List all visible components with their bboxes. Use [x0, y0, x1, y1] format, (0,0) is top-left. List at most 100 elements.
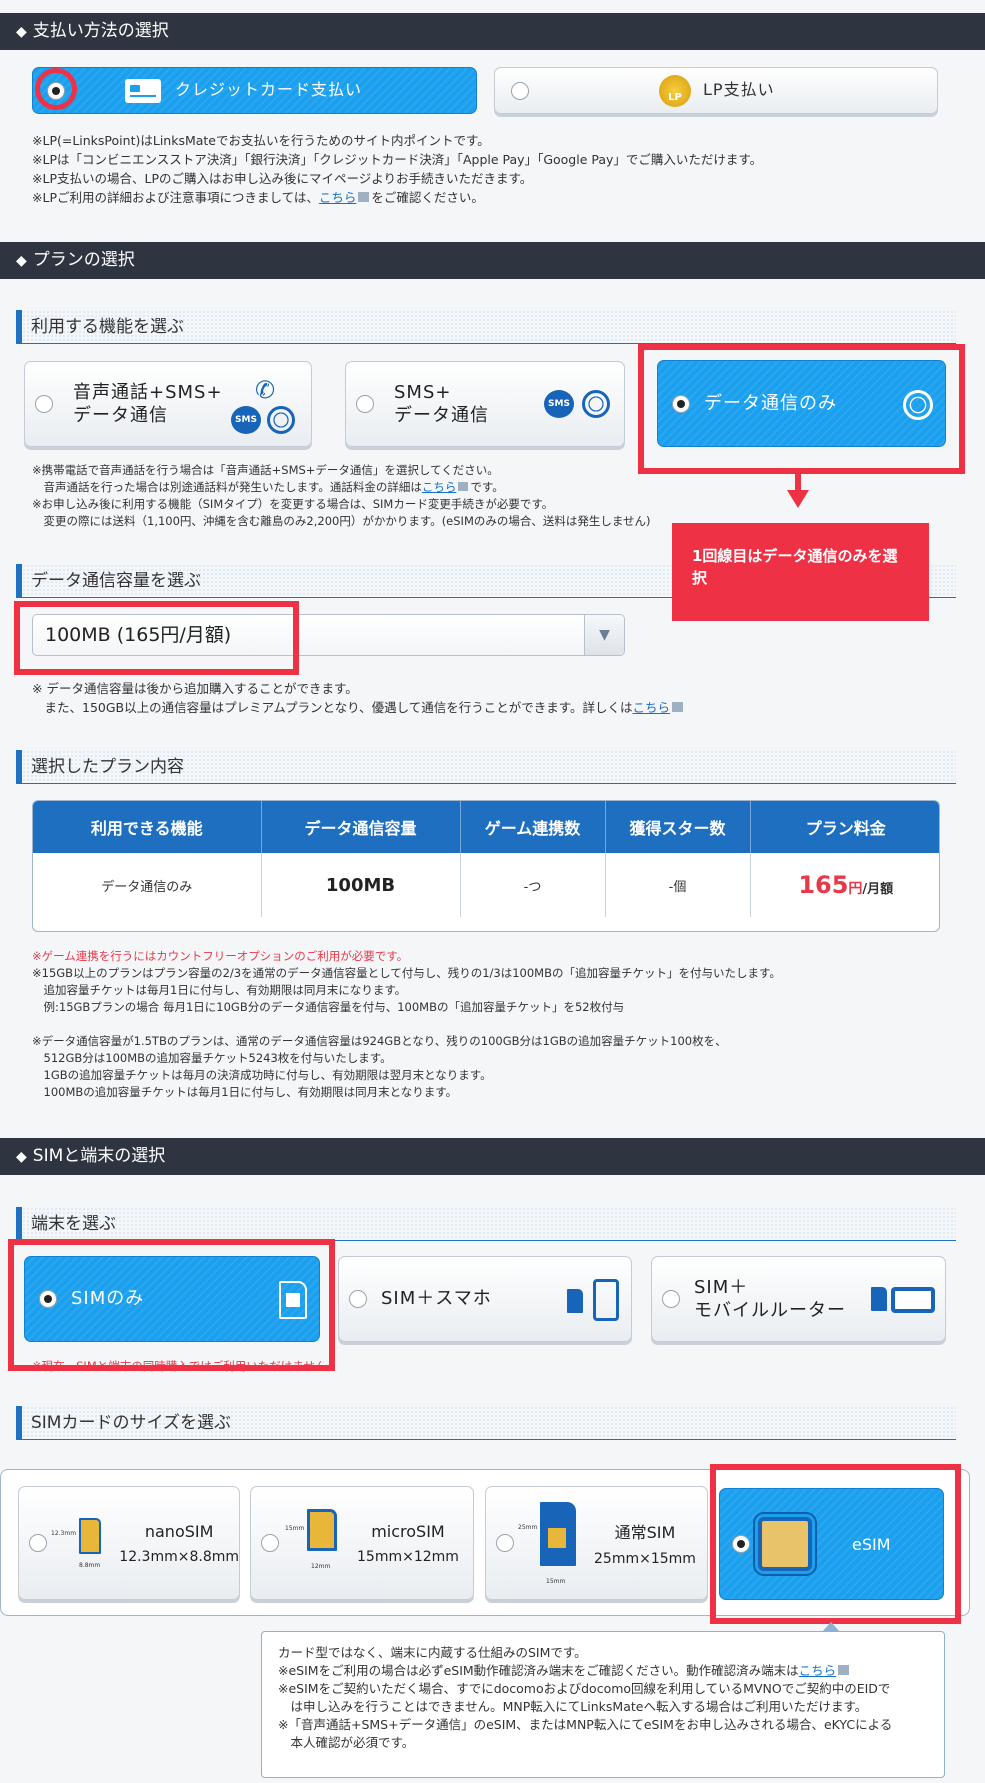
plan-cell-function: データ通信のみ	[33, 853, 262, 917]
diamond-icon: ◆	[16, 253, 27, 269]
function-note-3: ※お申し込み後に利用する機能（SIMタイプ）を変更する場合は、SIMカード変更手…	[32, 497, 554, 511]
call-rate-details-link[interactable]: こちら	[422, 480, 457, 494]
size-microsim-radio[interactable]	[261, 1534, 279, 1552]
plan-table-row: データ通信のみ 100MB -つ -個 165円/月額	[33, 853, 939, 917]
function-note-1: ※携帯電話で音声通話を行う場合は「音声通話+SMS+データ通信」を選択してくださ…	[32, 463, 499, 477]
lp-coin-icon: LP	[659, 74, 691, 107]
plan-note-a1: ※15GB以上のプランはプラン容量の2/3を通常のデータ通信容量として付与し、残…	[32, 966, 781, 980]
function-voice-icons: ✆ SMS	[231, 376, 301, 436]
annotation-data-only-highlight	[638, 344, 965, 474]
function-voice-sms-data-option[interactable]: 音声通話+SMS+ データ通信 ✆ SMS	[24, 361, 312, 447]
function-sms-label-line1: SMS+	[394, 381, 452, 403]
function-sms-label-line2: データ通信	[394, 405, 489, 426]
size-standard-sim-option[interactable]: 25mm 15mm 通常SIM 25mm×15mm	[485, 1486, 708, 1600]
sms-icon: SMS	[231, 406, 261, 434]
device-sim-smartphone-radio[interactable]	[349, 1290, 367, 1308]
phone-icon: ✆	[255, 376, 276, 404]
plan-price-suffix: /月額	[862, 882, 894, 897]
payment-section-title: 支払い方法の選択	[32, 21, 169, 41]
size-nanosim-radio[interactable]	[29, 1534, 47, 1552]
function-voice-label-line1: 音声通話+SMS+	[73, 381, 223, 403]
sim-card-icon	[567, 1289, 583, 1313]
size-nanosim-option[interactable]: 12.3mm 8.8mm nanoSIM 12.3mm×8.8mm	[18, 1486, 240, 1600]
device-subheader-title: 端末を選ぶ	[31, 1214, 116, 1234]
standard-sim-diagram: 25mm 15mm	[518, 1498, 582, 1588]
plan-table-header: プラン料金	[750, 801, 939, 853]
function-sms-data-option[interactable]: SMS+ データ通信 SMS	[345, 361, 625, 447]
device-sim-router-option[interactable]: SIM＋ モバイルルーター	[651, 1256, 946, 1342]
annotation-callout: 1回線目はデータ通信のみを選択	[672, 523, 929, 621]
device-sim-router-label: SIM＋ モバイルルーター	[694, 1276, 846, 1323]
function-voice-label: 音声通話+SMS+ データ通信	[73, 381, 223, 428]
globe-icon	[267, 406, 295, 434]
nanosim-label: nanoSIM 12.3mm×8.8mm	[119, 1522, 239, 1565]
function-note-2-pre: 音声通話を行った場合は別途通話料が発生いたします。通話料金の詳細は	[32, 480, 422, 494]
plan-cell-price: 165円/月額	[750, 853, 939, 917]
esim-devices-link[interactable]: こちら	[799, 1663, 837, 1678]
device-sim-smartphone-label: SIM＋スマホ	[381, 1288, 492, 1310]
diamond-icon: ◆	[16, 24, 27, 40]
payment-lp-details-link[interactable]: こちら	[319, 190, 357, 205]
function-subheader: 利用する機能を選ぶ	[16, 310, 956, 344]
standard-sim-label: 通常SIM 25mm×15mm	[594, 1519, 696, 1567]
chevron-down-icon[interactable]: ▼	[584, 615, 624, 655]
pay-lp-radio[interactable]	[511, 81, 529, 100]
standard-sim-dim-h: 25mm	[518, 1524, 538, 1531]
credit-card-icon	[125, 78, 161, 103]
pay-lp-label: LP支払い	[703, 80, 775, 100]
external-link-icon	[838, 1665, 850, 1675]
payment-notes: ※LP(=LinksPoint)はLinksMateでお支払いを行うためのサイト…	[32, 131, 952, 207]
function-note-4: 変更の際には送料（1,100円、沖縄を含む離島のみ2,200円）がかかります。(…	[32, 514, 651, 528]
plan-note-b1: ※データ通信容量が1.5TBのプランは、通常のデータ通信容量は924GBとなり、…	[32, 1034, 727, 1048]
plan-cell-games: -つ	[460, 853, 606, 917]
annotation-credit-highlight	[35, 68, 77, 110]
nanosim-dim-h: 12.3mm	[51, 1530, 77, 1537]
function-sms-radio[interactable]	[356, 395, 374, 413]
sim-chip-icon	[79, 1518, 101, 1554]
annotation-arrow-head	[787, 490, 809, 508]
payment-section-header: ◆ 支払い方法の選択	[0, 13, 985, 50]
external-link-icon	[458, 482, 469, 491]
esim-note-5: ※「音声通話+SMS+データ通信」のeSIM、またはMNP転入にてeSIMをお申…	[278, 1717, 893, 1732]
esim-note-1: カード型ではなく、端末に内蔵する仕組みのSIMです。	[278, 1645, 587, 1660]
pay-lp-option[interactable]: LP LP支払い	[494, 67, 938, 114]
nanosim-name: nanoSIM	[144, 1521, 214, 1541]
device-sim-smartphone-option[interactable]: SIM＋スマホ	[338, 1256, 632, 1342]
sim-chip-icon	[548, 1528, 566, 1548]
plan-cell-stars: -個	[605, 853, 751, 917]
plan-section-header: ◆ プランの選択	[0, 242, 985, 279]
payment-note-2: ※LPは「コンビニエンスストア決済」「銀行決済」「クレジットカード決済」「App…	[32, 152, 763, 167]
standard-sim-dim-w: 15mm	[546, 1578, 566, 1585]
capacity-note-2: また、150GB以上の通信容量はプレミアムプランとなり、優遇して通信を行うことが…	[32, 698, 952, 717]
function-subheader-title: 利用する機能を選ぶ	[31, 317, 184, 337]
microsim-label: microSIM 15mm×12mm	[357, 1522, 459, 1565]
sim-chip-icon	[307, 1509, 337, 1551]
size-standard-radio[interactable]	[496, 1534, 514, 1552]
smartphone-icon	[593, 1279, 619, 1321]
selected-plan-subheader-title: 選択したプラン内容	[31, 757, 184, 777]
pay-credit-card-option[interactable]: クレジットカード支払い	[32, 67, 477, 114]
diamond-icon: ◆	[16, 1149, 27, 1165]
globe-icon	[582, 390, 610, 418]
plan-summary-table-wrap: 利用できる機能 データ通信容量 ゲーム連携数 獲得スター数 プラン料金 データ通…	[32, 800, 940, 932]
size-microsim-option[interactable]: 15mm 12mm microSIM 15mm×12mm	[250, 1486, 474, 1600]
plan-notes: ※ゲーム連携を行うにはカウントフリーオプションのご利用が必要です。 ※15GB以…	[32, 948, 952, 1101]
annotation-sim-only-highlight	[8, 1239, 335, 1371]
plan-section-title: プランの選択	[32, 250, 135, 270]
plan-note-a3: 例:15GBプランの場合 毎月1日に10GB分のデータ通信容量を付与、100MB…	[32, 1000, 625, 1014]
plan-note-b3: 1GBの追加容量チケットは毎月の決済成功時に付与し、有効期限は翌月末となります。	[32, 1068, 492, 1082]
plan-table-header: 獲得スター数	[605, 801, 751, 853]
sms-icon: SMS	[544, 390, 574, 418]
plan-note-b2: 512GB分は100MBの追加容量チケット5243枚を付与いたします。	[32, 1051, 392, 1065]
mobile-router-icon	[891, 1287, 935, 1313]
device-sim-router-radio[interactable]	[662, 1290, 680, 1308]
function-voice-radio[interactable]	[35, 395, 53, 413]
premium-plan-link[interactable]: こちら	[633, 700, 671, 715]
esim-info-tooltip: カード型ではなく、端末に内蔵する仕組みのSIMです。 ※eSIMをご利用の場合は…	[261, 1631, 945, 1778]
microsim-diagram: 15mm 12mm	[285, 1503, 347, 1583]
plan-price-value: 165	[798, 871, 849, 899]
function-note-2: 音声通話を行った場合は別途通話料が発生いたします。通話料金の詳細はこちら です。	[32, 479, 682, 496]
plan-note-a2: 追加容量チケットは毎月1日に付与し、有効期限は同月末になります。	[32, 983, 407, 997]
plan-summary-table: 利用できる機能 データ通信容量 ゲーム連携数 獲得スター数 プラン料金 データ通…	[33, 801, 939, 917]
nanosim-dim-w: 8.8mm	[79, 1562, 101, 1569]
